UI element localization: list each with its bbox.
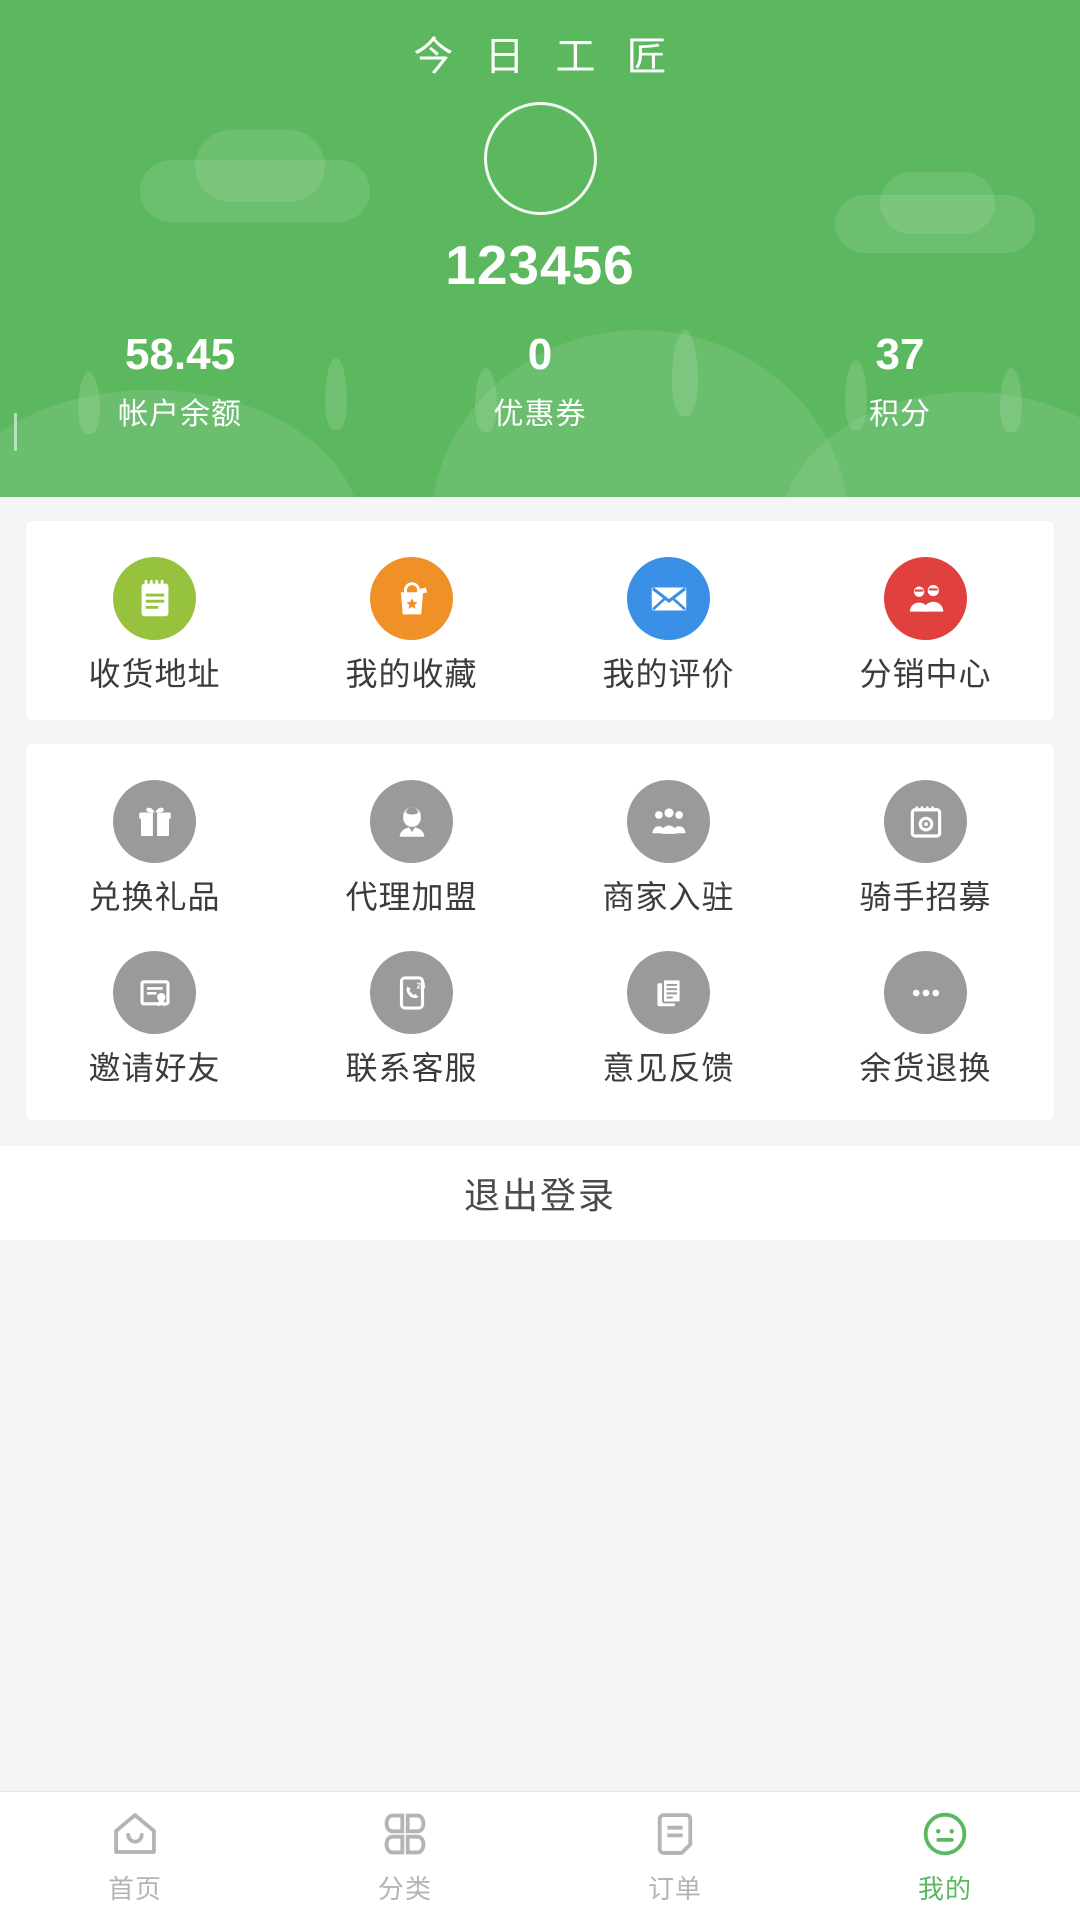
shortcut-label: 分销中心 bbox=[859, 656, 992, 692]
username: 123456 bbox=[445, 234, 635, 296]
more-dots-icon bbox=[884, 951, 967, 1034]
tab-orders[interactable]: 订单 bbox=[540, 1807, 810, 1906]
tab-home-label: 首页 bbox=[107, 1873, 162, 1904]
gift-box-icon bbox=[113, 780, 196, 863]
shortcut-my-favorites[interactable]: 我的收藏 bbox=[283, 557, 540, 690]
service-invite-friends[interactable]: 邀请好友 bbox=[26, 951, 283, 1084]
content-area: 收货地址 我的收藏 我的评价 分销中心 兑换礼品 代理加盟 商家入驻 骑手招募 … bbox=[0, 497, 1080, 1920]
service-feedback[interactable]: 意见反馈 bbox=[540, 951, 797, 1084]
service-label: 代理加盟 bbox=[345, 879, 478, 915]
documents-icon bbox=[627, 951, 710, 1034]
category-grid-icon bbox=[378, 1807, 432, 1861]
service-label: 兑换礼品 bbox=[88, 879, 221, 915]
svg-text:24: 24 bbox=[416, 981, 425, 990]
services-card: 兑换礼品 代理加盟 商家入驻 骑手招募 邀请好友 24 联系客服 意见反馈 余货… bbox=[26, 744, 1054, 1120]
agent-person-icon bbox=[370, 780, 453, 863]
logout-button[interactable]: 退出登录 bbox=[0, 1146, 1080, 1240]
cloud-decoration bbox=[880, 172, 995, 234]
service-rider-recruitment[interactable]: 骑手招募 bbox=[797, 780, 1054, 913]
service-label: 骑手招募 bbox=[859, 879, 992, 915]
service-agent-join[interactable]: 代理加盟 bbox=[283, 780, 540, 913]
service-label: 余货退换 bbox=[859, 1050, 992, 1086]
tab-category[interactable]: 分类 bbox=[270, 1807, 540, 1906]
services-row-1: 兑换礼品 代理加盟 商家入驻 骑手招募 bbox=[26, 780, 1054, 913]
camera-badge-icon bbox=[884, 780, 967, 863]
stat-points-value: 37 bbox=[875, 330, 925, 379]
profile-header: 今 日 工 匠 123456 58.45 帐户余额 0 优惠券 37 积分 bbox=[0, 0, 1080, 497]
service-label: 商家入驻 bbox=[602, 879, 735, 915]
stat-coupon-label: 优惠券 bbox=[493, 398, 587, 432]
stat-points[interactable]: 37 积分 bbox=[720, 330, 1080, 433]
avatar[interactable] bbox=[483, 102, 597, 215]
app-screen: 今 日 工 匠 123456 58.45 帐户余额 0 优惠券 37 积分 收货… bbox=[0, 0, 1080, 1920]
group-people-icon bbox=[627, 780, 710, 863]
envelope-icon bbox=[627, 557, 710, 640]
page-title: 今 日 工 匠 bbox=[413, 35, 677, 79]
logout-label: 退出登录 bbox=[463, 1175, 616, 1216]
shopping-bag-star-icon bbox=[370, 557, 453, 640]
stat-balance-label: 帐户余额 bbox=[118, 398, 242, 432]
cloud-decoration bbox=[140, 160, 370, 222]
stat-points-label: 积分 bbox=[869, 398, 931, 432]
tab-home[interactable]: 首页 bbox=[0, 1807, 270, 1906]
home-icon bbox=[108, 1807, 162, 1861]
service-redeem-gift[interactable]: 兑换礼品 bbox=[26, 780, 283, 913]
shortcut-shipping-address[interactable]: 收货地址 bbox=[26, 557, 283, 690]
edge-marker bbox=[14, 413, 17, 451]
cloud-decoration bbox=[195, 130, 325, 202]
shortcuts-card: 收货地址 我的收藏 我的评价 分销中心 bbox=[26, 521, 1054, 720]
services-row-2: 邀请好友 24 联系客服 意见反馈 余货退换 bbox=[26, 951, 1054, 1084]
service-label: 联系客服 bbox=[345, 1050, 478, 1086]
service-label: 意见反馈 bbox=[602, 1050, 735, 1086]
service-merchant-entry[interactable]: 商家入驻 bbox=[540, 780, 797, 913]
tab-category-label: 分类 bbox=[377, 1873, 432, 1904]
stat-balance-value: 58.45 bbox=[124, 330, 236, 379]
service-stock-return[interactable]: 余货退换 bbox=[797, 951, 1054, 1084]
shortcut-label: 收货地址 bbox=[88, 656, 221, 692]
certificate-icon bbox=[113, 951, 196, 1034]
shortcut-label: 我的收藏 bbox=[345, 656, 478, 692]
two-people-icon bbox=[884, 557, 967, 640]
stat-balance[interactable]: 58.45 帐户余额 bbox=[0, 330, 360, 433]
tab-mine-label: 我的 bbox=[917, 1873, 972, 1904]
shortcuts-row: 收货地址 我的收藏 我的评价 分销中心 bbox=[26, 557, 1054, 690]
stats-row: 58.45 帐户余额 0 优惠券 37 积分 bbox=[0, 330, 1080, 433]
empty-space bbox=[0, 1240, 1080, 1660]
shortcut-distribution-center[interactable]: 分销中心 bbox=[797, 557, 1054, 690]
service-label: 邀请好友 bbox=[88, 1050, 221, 1086]
shortcut-my-reviews[interactable]: 我的评价 bbox=[540, 557, 797, 690]
phone-24h-support-icon: 24 bbox=[370, 951, 453, 1034]
stat-coupon[interactable]: 0 优惠券 bbox=[360, 330, 720, 433]
shortcut-label: 我的评价 bbox=[602, 656, 735, 692]
notepad-icon bbox=[113, 557, 196, 640]
smiley-face-icon bbox=[918, 1807, 972, 1861]
order-list-icon bbox=[648, 1807, 702, 1861]
tab-mine[interactable]: 我的 bbox=[810, 1807, 1080, 1906]
tab-orders-label: 订单 bbox=[647, 1873, 702, 1904]
service-contact-support[interactable]: 24 联系客服 bbox=[283, 951, 540, 1084]
bottom-tabbar: 首页 分类 订单 我的 bbox=[0, 1791, 1080, 1920]
stat-coupon-value: 0 bbox=[527, 330, 553, 379]
